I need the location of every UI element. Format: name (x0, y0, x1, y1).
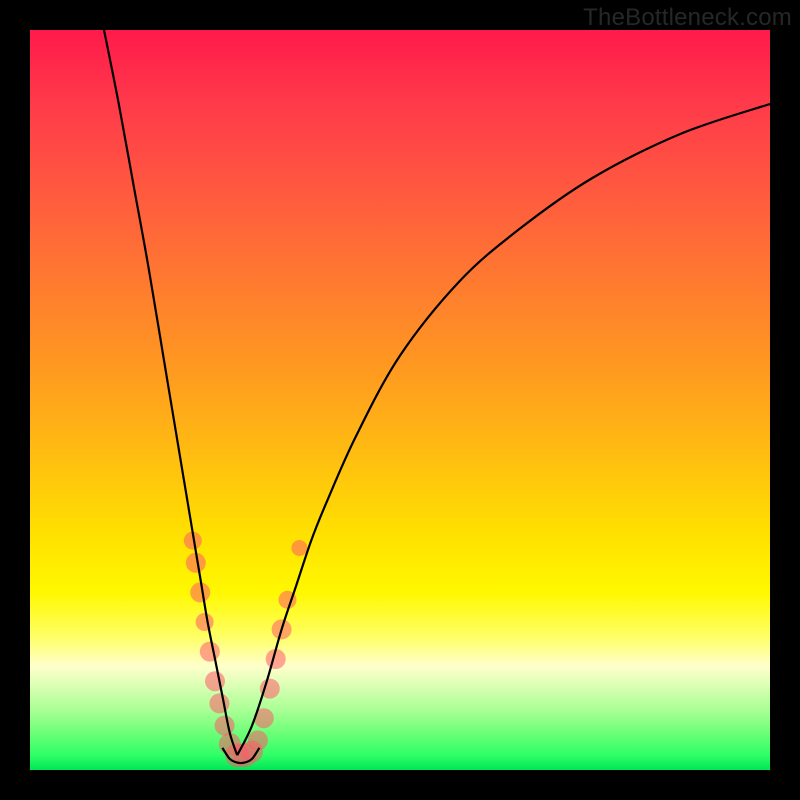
marker-point (215, 716, 235, 736)
plot-area (30, 30, 770, 770)
watermark-text: TheBottleneck.com (583, 4, 792, 32)
marker-layer (184, 532, 308, 768)
marker-point (205, 671, 225, 691)
curves-svg (30, 30, 770, 770)
curve-right-branch (237, 104, 770, 755)
marker-point (209, 693, 229, 713)
marker-point (190, 582, 210, 602)
marker-point (248, 730, 268, 750)
marker-point (196, 613, 214, 631)
marker-point (291, 540, 307, 556)
marker-point (200, 642, 220, 662)
chart-frame: TheBottleneck.com (0, 0, 800, 800)
